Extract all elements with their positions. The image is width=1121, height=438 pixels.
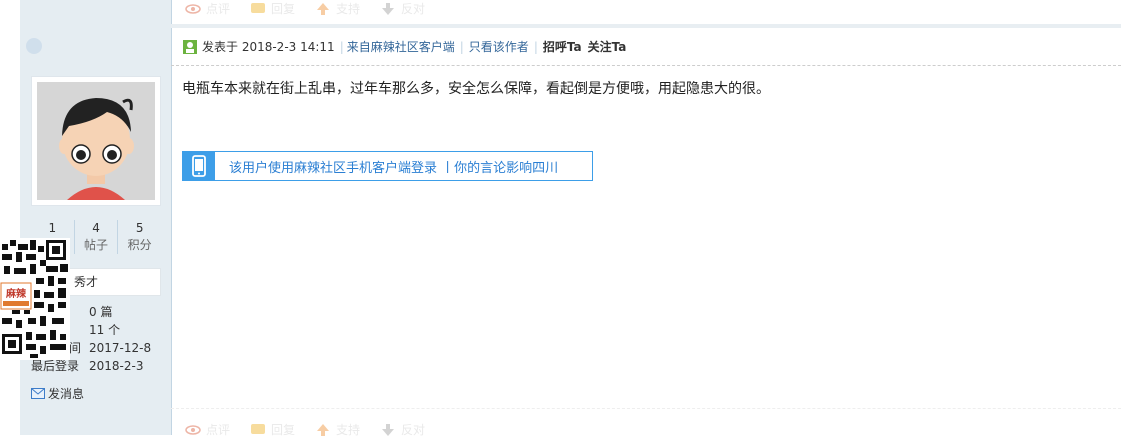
- qr-code-icon[interactable]: 麻辣: [0, 238, 70, 360]
- avatar[interactable]: [31, 76, 161, 206]
- stat-credits-label: 积分: [127, 238, 152, 252]
- online-status-icon: [26, 38, 42, 54]
- top-reply-label: 回复: [271, 2, 296, 16]
- thumbs-up-icon: [317, 2, 330, 15]
- info-value: 2018-2-3: [89, 359, 144, 373]
- post-divider: [171, 24, 1121, 28]
- top-oppose-action[interactable]: 反对: [380, 0, 425, 17]
- stat-posts-label: 帖子: [84, 238, 109, 252]
- send-message-label: 发消息: [48, 387, 85, 401]
- top-support-action[interactable]: 支持: [315, 0, 360, 17]
- stat-posts-value: 4: [92, 221, 100, 235]
- cartoon-avatar-icon: [37, 82, 155, 200]
- thumbs-up-icon: [317, 423, 330, 436]
- footer-divider: [171, 408, 1121, 409]
- post-source-link[interactable]: 来自麻辣社区客户端: [347, 38, 455, 55]
- bottom-reply-label: 回复: [271, 423, 296, 437]
- mobile-phone-icon: [183, 152, 215, 180]
- thumbs-down-icon: [382, 2, 395, 15]
- mobile-client-note[interactable]: 该用户使用麻辣社区手机客户端登录 丨你的言论影响四川: [182, 151, 593, 181]
- eye-icon: [185, 424, 201, 435]
- thumbs-down-icon: [382, 423, 395, 436]
- bottom-reply-action[interactable]: 回复: [250, 421, 295, 438]
- bottom-support-label: 支持: [336, 423, 361, 437]
- header-divider: [171, 65, 1121, 66]
- stat-posts[interactable]: 4 帖子: [73, 220, 118, 254]
- separator: |: [459, 39, 464, 54]
- post-content: 电瓶车本来就在街上乱串，过年车那么多，安全怎么保障，看起倒是方便哦，用起隐患大的…: [182, 81, 770, 97]
- reply-icon: [251, 2, 266, 13]
- stat-credits[interactable]: 5 积分: [117, 220, 161, 254]
- stat-topics-value: 1: [48, 221, 57, 235]
- bottom-comment-label: 点评: [206, 423, 231, 437]
- info-value: 0 篇: [89, 305, 113, 319]
- bottom-action-bar: 点评 回复 支持 反对: [185, 421, 425, 438]
- post-header: 发表于 2018-2-3 14:11 | 来自麻辣社区客户端 | 只看该作者 |…: [182, 38, 626, 55]
- send-message-link[interactable]: 发消息: [31, 385, 84, 402]
- follow-link[interactable]: 关注Ta: [588, 38, 627, 55]
- top-support-label: 支持: [336, 2, 361, 16]
- qr-brand-text: 麻辣: [5, 287, 27, 300]
- only-author-link[interactable]: 只看该作者: [469, 38, 529, 55]
- reply-icon: [251, 423, 266, 434]
- envelope-icon: [31, 388, 45, 399]
- separator: |: [339, 39, 344, 54]
- separator: |: [533, 39, 538, 54]
- top-action-bar: 点评 回复 支持 反对: [185, 0, 425, 17]
- bottom-comment-action[interactable]: 点评: [185, 421, 230, 438]
- online-user-icon: [183, 39, 197, 54]
- info-value: 11 个: [89, 323, 121, 337]
- bottom-oppose-label: 反对: [401, 423, 426, 437]
- avatar-image: [37, 82, 155, 200]
- stat-credits-value: 5: [135, 221, 144, 235]
- eye-icon: [185, 3, 201, 14]
- info-value: 2017-12-8: [89, 341, 152, 355]
- top-oppose-label: 反对: [401, 2, 426, 16]
- top-reply-action[interactable]: 回复: [250, 0, 295, 17]
- top-comment-action[interactable]: 点评: [185, 0, 230, 17]
- greet-link[interactable]: 招呼Ta: [543, 38, 582, 55]
- bottom-support-action[interactable]: 支持: [315, 421, 360, 438]
- top-comment-label: 点评: [206, 2, 231, 16]
- bottom-oppose-action[interactable]: 反对: [380, 421, 425, 438]
- mobile-note-text: 该用户使用麻辣社区手机客户端登录 丨你的言论影响四川: [229, 160, 559, 176]
- post-time: 发表于 2018-2-3 14:11: [202, 40, 335, 54]
